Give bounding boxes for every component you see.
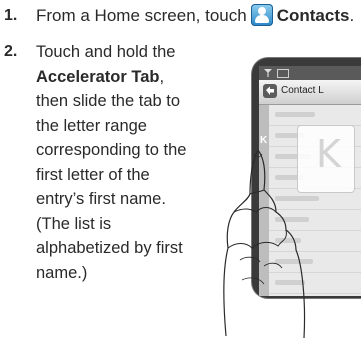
back-button[interactable] <box>263 84 277 98</box>
popup-letter: K <box>316 132 341 176</box>
signal-icon <box>264 69 272 77</box>
list-item[interactable] <box>259 105 361 126</box>
contacts-icon <box>250 4 273 26</box>
step-2-text-after: , then slide the tab to the letter range… <box>36 67 187 282</box>
step-1-text-before: From a Home screen, touch <box>36 6 247 25</box>
step-2-bold: Accelerator Tab <box>36 67 160 86</box>
step-2-text: Touch and hold the Accelerator Tab, then… <box>36 40 196 285</box>
accelerator-tab-letter: K <box>260 135 268 146</box>
step-1-text-after: . <box>349 6 355 25</box>
hand-pointer-icon <box>223 150 306 338</box>
back-arrow-icon <box>266 86 274 95</box>
step-2-number: 2. <box>4 43 18 60</box>
step-1-number: 1. <box>4 7 18 24</box>
title-bar: Contact L <box>259 80 361 105</box>
step-1-text: From a Home screen, touch Contacts. <box>36 4 354 28</box>
battery-icon <box>277 69 289 78</box>
step-2-text-before: Touch and hold the <box>36 43 176 61</box>
status-bar <box>259 66 361 80</box>
screen-title: Contact L <box>281 85 324 96</box>
step-1-bold: Contacts <box>276 6 350 25</box>
